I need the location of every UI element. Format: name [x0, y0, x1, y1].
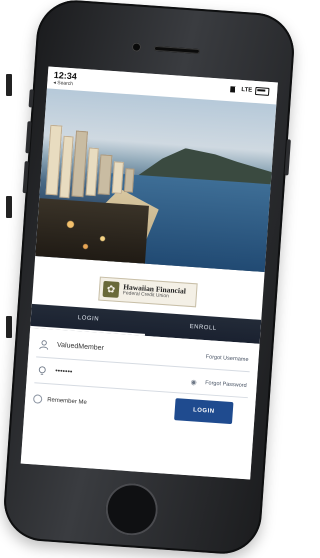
user-icon [39, 340, 49, 350]
forgot-username-link[interactable]: Forgot Username [206, 354, 249, 363]
remember-me[interactable]: Remember Me [32, 394, 87, 407]
hero-image [35, 88, 277, 273]
back-to-search-link[interactable]: ◂ Search [53, 80, 73, 87]
password-field[interactable]: ••••••• [55, 368, 73, 376]
pineapple-logo-icon: ✿ [102, 280, 120, 298]
remember-me-checkbox[interactable] [32, 394, 43, 404]
login-form: ValuedMember Forgot Username ••••••• ◉ F… [20, 327, 260, 480]
username-field[interactable]: ValuedMember [57, 342, 104, 352]
city-lights [35, 198, 149, 266]
eye-icon[interactable]: ◉ [190, 378, 197, 386]
phone-screen: 12:34 ◂ Search LTE ✿ Hawaiian Financial … [20, 66, 278, 480]
hotel-tower [85, 147, 99, 197]
edge-mark [6, 316, 12, 338]
brand-text: Hawaiian Financial Federal Credit Union [123, 283, 187, 301]
battery-icon [254, 86, 270, 96]
remember-me-label: Remember Me [46, 396, 87, 406]
brand-logo: ✿ Hawaiian Financial Federal Credit Unio… [98, 276, 198, 308]
network-type: LTE [241, 86, 253, 94]
forgot-password-link[interactable]: Forgot Password [205, 380, 247, 389]
lightbulb-icon [38, 366, 46, 375]
signal-icon [230, 86, 239, 93]
edge-mark [6, 196, 12, 218]
status-indicators: LTE [230, 85, 270, 96]
phone-device: 12:34 ◂ Search LTE ✿ Hawaiian Financial … [1, 0, 297, 557]
edge-mark [6, 74, 12, 96]
login-button[interactable]: LOGIN [174, 398, 234, 425]
hotel-tower [123, 168, 135, 193]
